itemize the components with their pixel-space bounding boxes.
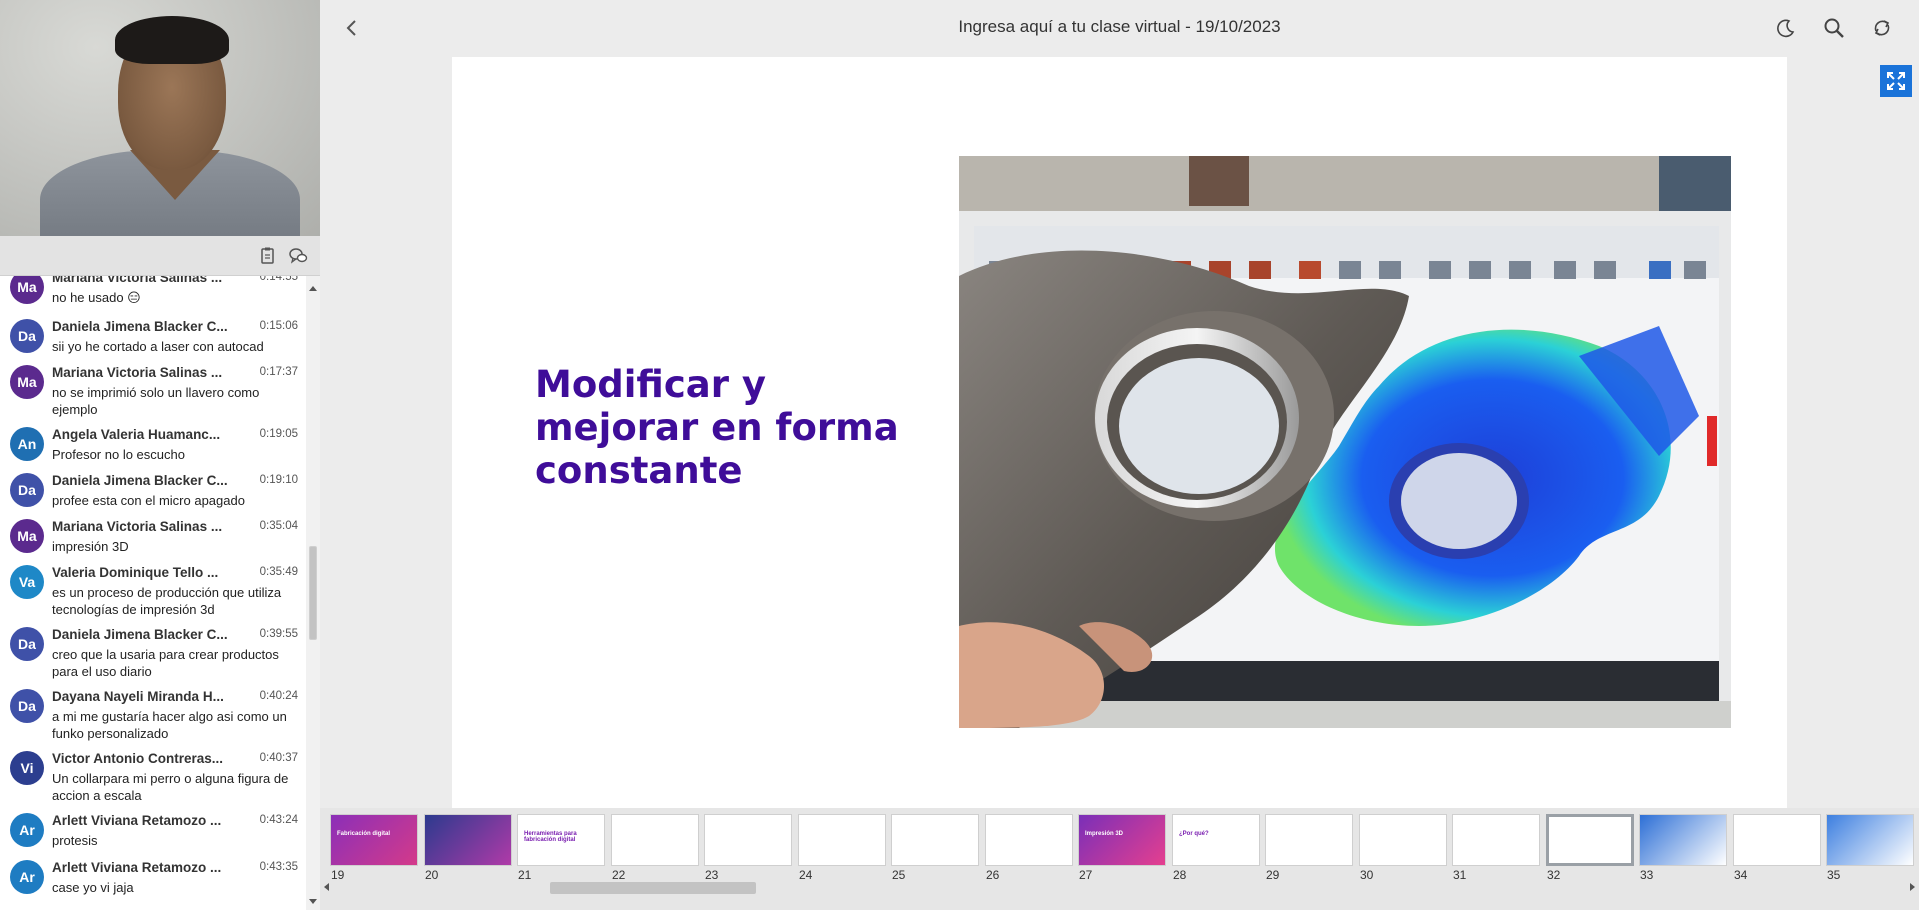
message-author: Mariana Victoria Salinas ... [52,365,223,380]
message-author: Valeria Dominique Tello ... [52,565,219,580]
slide-thumbnail[interactable] [611,814,699,866]
thumbnail-title: Herramientas para fabricación digital [524,831,577,843]
message-text: impresión 3D [52,539,129,554]
message-author: Daniela Jimena Blacker C... [52,319,228,334]
message-text: Un collarpara mi perro o alguna figura d… [52,771,289,803]
avatar: Ma [10,365,44,399]
slide-thumbnail[interactable] [985,814,1073,866]
message-time: 0:35:04 [259,520,298,532]
avatar: Va [10,565,44,599]
slide-thumbnail[interactable] [704,814,792,866]
page-title: Ingresa aquí a tu clase virtual - 19/10/… [958,17,1281,36]
message-text: no he usado 😑 [52,290,141,305]
slide-thumbnail[interactable] [798,814,886,866]
message-author: Daniela Jimena Blacker C... [52,627,228,642]
message-time: 0:15:06 [259,320,298,332]
chat-toolbar [0,236,320,276]
slide-thumbnail[interactable] [1733,814,1821,866]
message-time: 0:39:55 [259,628,298,640]
message-time: 0:35:49 [259,566,298,578]
slide-thumbnail[interactable] [424,814,512,866]
chat-bubbles-icon[interactable] [288,246,308,266]
message-author: Mariana Victoria Salinas ... [52,519,223,534]
message-author: Dayana Nayeli Miranda H... [52,689,224,704]
message-time: 0:40:24 [259,690,298,702]
slide-thumbnail[interactable]: Fabricación digital [330,814,418,866]
message-text: case yo vi jaja [52,880,134,895]
avatar: Vi [10,751,44,785]
avatar: Ma [10,519,44,553]
message-time: 0:43:24 [259,814,298,826]
header-bar: Ingresa aquí a tu clase virtual - 19/10/… [320,0,1919,56]
slide-canvas: Modificar y mejorar en forma constante [452,57,1787,808]
app-window: Ma Mariana Victoria Salinas ... 0:14:55 no … [0,0,1919,910]
slide-thumbnail[interactable]: ¿Por qué? [1172,814,1260,866]
message-text: a mi me gustaría hacer algo asi como un … [52,709,287,741]
avatar: Da [10,627,44,661]
rotate-icon[interactable] [1870,16,1894,40]
message-time: 0:43:35 [259,861,298,873]
expand-icon[interactable] [1880,65,1912,97]
slide-thumbnail[interactable]: Impresión 3D [1078,814,1166,866]
thumbnail-scrollbar[interactable] [320,880,1919,894]
slide-thumbnail[interactable] [891,814,979,866]
message-text: protesis [52,833,98,848]
message-time: 0:17:37 [259,366,298,378]
slide-heading: Modificar y mejorar en forma constante [535,363,899,492]
chat-scrollbar[interactable] [306,276,320,910]
avatar: Ar [10,813,44,847]
message-text: creo que la usaria para crear productos … [52,647,279,679]
slide-thumbnail[interactable] [1546,814,1634,866]
message-author: Angela Valeria Huamanc... [52,427,221,442]
slide-thumbnail[interactable] [1826,814,1914,866]
message-author: Arlett Viviana Retamozo ... [52,813,222,828]
message-author: Victor Antonio Contreras... [52,751,224,766]
slide-photo [959,156,1731,728]
message-time: 0:19:05 [259,428,298,440]
slide-thumbnail[interactable] [1452,814,1540,866]
avatar: Da [10,319,44,353]
thumbnail-title: Fabricación digital [337,831,391,837]
clipboard-icon[interactable] [258,246,278,266]
avatar: Da [10,473,44,507]
slide-thumbnail[interactable] [1265,814,1353,866]
search-icon[interactable] [1822,16,1846,40]
thumbnail-title: Impresión 3D [1085,831,1124,837]
message-text: es un proceso de producción que utiliza … [52,585,282,617]
chat-message-list[interactable]: Ma Mariana Victoria Salinas ... 0:14:55 no … [0,276,306,910]
avatar: An [10,427,44,461]
message-text: sii yo he cortado a laser con autocad [52,339,264,354]
message-author: Arlett Viviana Retamozo ... [52,860,222,875]
slide-thumbnail[interactable]: Herramientas para fabricación digital [517,814,605,866]
presenter-video [0,0,320,236]
message-time: 0:19:10 [259,474,298,486]
moon-icon[interactable] [1774,16,1798,40]
chevron-left-icon[interactable] [338,14,366,42]
thumbnail-title: ¿Por qué? [1179,831,1209,837]
message-time: 0:40:37 [259,752,298,764]
message-author: Daniela Jimena Blacker C... [52,473,228,488]
avatar: Ar [10,860,44,894]
message-text: no se imprimió solo un llavero como ejem… [52,385,260,417]
message-text: Profesor no lo escucho [52,447,185,462]
message-author: Mariana Victoria Salinas ... [52,276,223,285]
message-text: profee esta con el micro apagado [52,493,245,508]
message-time: 0:14:55 [259,276,298,283]
left-panel: Ma Mariana Victoria Salinas ... 0:14:55 no … [0,0,320,910]
avatar: Da [10,689,44,723]
slide-thumbnail[interactable] [1359,814,1447,866]
slide-thumbnail[interactable] [1639,814,1727,866]
slide-thumbnail-strip: Fabricación digital 19 20 Herramientas para… [320,808,1919,910]
avatar: Ma [10,276,44,304]
